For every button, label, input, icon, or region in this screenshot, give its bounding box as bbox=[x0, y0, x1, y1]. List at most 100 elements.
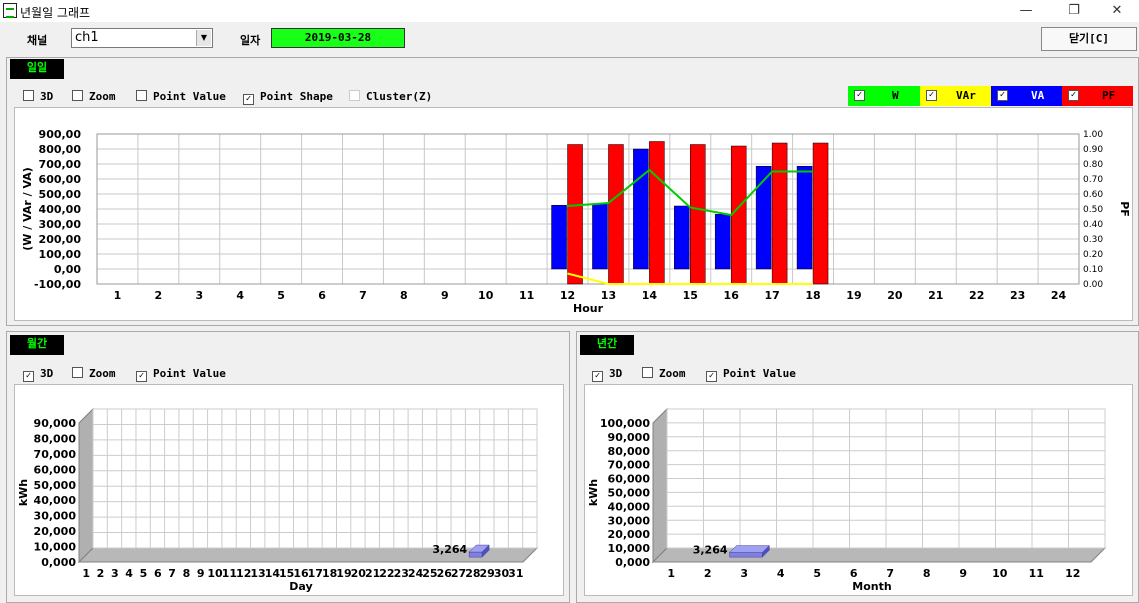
close-button[interactable]: 닫기[C] bbox=[1041, 27, 1137, 51]
option-label: Cluster(Z) bbox=[366, 90, 433, 103]
x-tick-label: 22 bbox=[379, 567, 394, 580]
y-tick-label: 100,00 bbox=[39, 248, 82, 261]
monthly-option-point-value[interactable]: ✓ Point Value bbox=[136, 367, 226, 382]
checkbox[interactable]: ✓ bbox=[997, 90, 1008, 101]
y2-tick-label: 0.00 bbox=[1083, 280, 1103, 290]
checkbox[interactable]: ✓ bbox=[592, 371, 603, 382]
legend-item-va[interactable]: ✓ VA bbox=[991, 86, 1062, 106]
x-tick-label: 4 bbox=[777, 567, 785, 580]
checkbox[interactable] bbox=[136, 90, 147, 101]
bar-va bbox=[796, 166, 813, 270]
y-tick-label: 0,000 bbox=[41, 556, 76, 569]
x-tick-label: 29 bbox=[480, 567, 495, 580]
legend-label: VAr bbox=[956, 89, 976, 102]
x-tick-label: 11 bbox=[222, 567, 237, 580]
option-label: Zoom bbox=[89, 90, 116, 103]
x-tick-label: 3 bbox=[195, 289, 203, 302]
y-tick-label: 30,000 bbox=[608, 514, 651, 527]
legend-item-w[interactable]: ✓ W bbox=[848, 86, 920, 106]
channel-label: 채널 bbox=[27, 34, 48, 47]
channel-select[interactable]: ch1 ▼ bbox=[71, 28, 213, 48]
x-axis-label: Day bbox=[289, 580, 312, 593]
date-field[interactable]: 2019-03-28 bbox=[271, 28, 405, 48]
y-tick-label: 900,00 bbox=[39, 128, 82, 141]
y-axis-label: kWh bbox=[17, 479, 30, 506]
x-tick-label: 6 bbox=[850, 567, 858, 580]
x-tick-label: 13 bbox=[250, 567, 265, 580]
x-tick-label: 6 bbox=[318, 289, 326, 302]
legend-item-pf[interactable]: ✓ PF bbox=[1062, 86, 1133, 106]
x-tick-label: 18 bbox=[322, 567, 337, 580]
y-tick-label: 20,000 bbox=[34, 525, 77, 538]
restore-button[interactable]: ❐ bbox=[1052, 0, 1096, 22]
x-tick-label: 12 bbox=[236, 567, 251, 580]
minimize-button[interactable]: — bbox=[1004, 0, 1048, 22]
x-tick-label: 9 bbox=[959, 567, 967, 580]
y-tick-label: 20,000 bbox=[608, 528, 651, 541]
x-tick-label: 11 bbox=[1029, 567, 1044, 580]
bar-front bbox=[468, 551, 483, 558]
daily-option-point-value[interactable]: Point Value bbox=[136, 90, 226, 103]
checkbox[interactable]: ✓ bbox=[243, 94, 254, 105]
bar-va bbox=[592, 203, 608, 270]
monthly-option-3d[interactable]: ✓ 3D bbox=[23, 367, 53, 382]
x-tick-label: 5 bbox=[813, 567, 821, 580]
x-tick-label: 16 bbox=[293, 567, 309, 580]
x-tick-label: 1 bbox=[82, 567, 90, 580]
daily-option-zoom[interactable]: Zoom bbox=[72, 90, 116, 103]
tab-yearly[interactable]: 년간 bbox=[580, 335, 634, 355]
bar-pf bbox=[567, 144, 583, 285]
checkbox[interactable]: ✓ bbox=[706, 371, 717, 382]
checkbox[interactable] bbox=[72, 367, 83, 378]
x-axis-label: Month bbox=[852, 580, 891, 593]
checkbox[interactable]: ✓ bbox=[854, 90, 865, 101]
y-tick-label: 600,00 bbox=[39, 173, 82, 186]
legend-item-var[interactable]: ✓ VAr bbox=[920, 86, 991, 106]
y-tick-label: 0,00 bbox=[54, 263, 81, 276]
title-bar: 년월일 그래프 — ❐ ✕ bbox=[0, 0, 1139, 22]
x-tick-label: 23 bbox=[394, 567, 409, 580]
checkbox[interactable]: ✓ bbox=[1068, 90, 1079, 101]
x-tick-label: 19 bbox=[846, 289, 861, 302]
x-tick-label: 7 bbox=[168, 567, 176, 580]
yearly-chart: 100,00090,00080,00070,00060,00050,00040,… bbox=[587, 407, 1107, 593]
checkbox[interactable] bbox=[72, 90, 83, 101]
x-tick-label: 12 bbox=[560, 289, 575, 302]
y2-tick-label: 0.60 bbox=[1083, 190, 1103, 200]
daily-option-point-shape[interactable]: ✓ Point Shape bbox=[243, 90, 333, 105]
x-tick-label: 14 bbox=[265, 567, 281, 580]
tab-monthly[interactable]: 월간 bbox=[10, 335, 64, 355]
checkbox[interactable]: ✓ bbox=[926, 90, 937, 101]
x-tick-label: 15 bbox=[683, 289, 698, 302]
option-label: Point Value bbox=[723, 367, 796, 380]
option-label: Point Value bbox=[153, 90, 226, 103]
app-icon bbox=[3, 3, 17, 18]
checkbox[interactable]: ✓ bbox=[136, 371, 147, 382]
y-tick-label: 500,00 bbox=[39, 188, 82, 201]
floor bbox=[77, 547, 539, 563]
yearly-option-point-value[interactable]: ✓ Point Value bbox=[706, 367, 796, 382]
back-wall bbox=[92, 408, 538, 549]
monthly-option-zoom[interactable]: Zoom bbox=[72, 367, 116, 380]
x-tick-label: 27 bbox=[451, 567, 466, 580]
y-tick-label: 30,000 bbox=[34, 510, 77, 523]
x-tick-label: 20 bbox=[887, 289, 903, 302]
side-wall bbox=[78, 407, 94, 564]
tab-daily[interactable]: 일일 bbox=[10, 59, 64, 79]
chevron-down-icon[interactable]: ▼ bbox=[196, 30, 211, 46]
monthly-chart: 90,00080,00070,00060,00050,00040,00030,0… bbox=[17, 407, 539, 593]
close-window-button[interactable]: ✕ bbox=[1095, 0, 1139, 22]
checkbox[interactable]: ✓ bbox=[23, 371, 34, 382]
yearly-option-3d[interactable]: ✓ 3D bbox=[592, 367, 622, 382]
x-tick-label: 2 bbox=[155, 289, 163, 302]
daily-option-3d[interactable]: 3D bbox=[23, 90, 53, 103]
daily-option-cluster[interactable]: Cluster(Z) bbox=[349, 90, 432, 103]
x-tick-label: 24 bbox=[1051, 289, 1067, 302]
checkbox[interactable] bbox=[23, 90, 34, 101]
window-title: 년월일 그래프 bbox=[20, 6, 91, 20]
x-tick-label: 8 bbox=[923, 567, 931, 580]
yearly-option-zoom[interactable]: Zoom bbox=[642, 367, 686, 380]
checkbox[interactable] bbox=[349, 90, 360, 101]
checkbox[interactable] bbox=[642, 367, 653, 378]
option-label: Point Value bbox=[153, 367, 226, 380]
